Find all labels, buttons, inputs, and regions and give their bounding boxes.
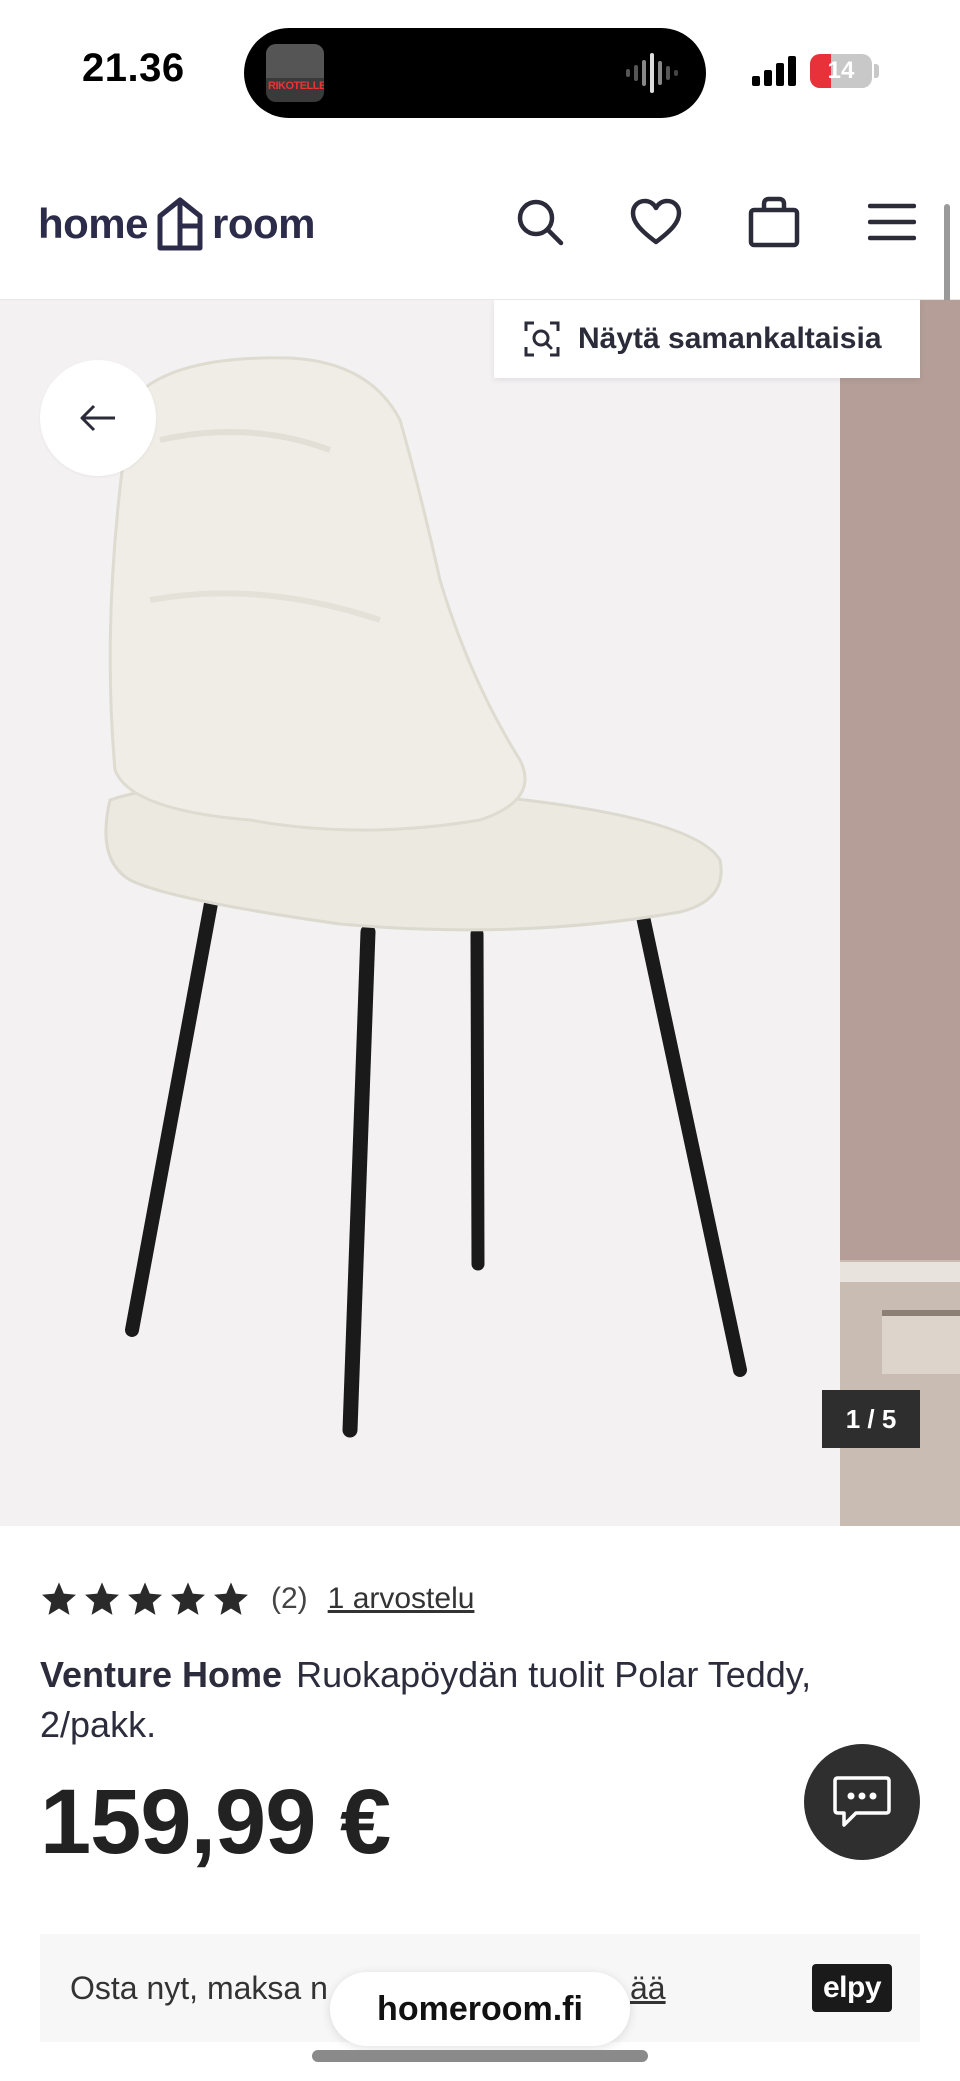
product-brand[interactable]: Venture Home [40,1654,282,1695]
product-gallery[interactable]: Näytä samankaltaisia 1 / 5 [0,300,960,1526]
star-icon [214,1582,248,1615]
financing-link[interactable]: ää [630,1970,666,2007]
logo-text-home: home [38,200,149,247]
star-icon [128,1582,162,1615]
waveform-icon [626,53,678,93]
star-icon [42,1582,76,1615]
album-art-text: RIKOTELLEN [268,80,324,92]
bag-icon [748,196,800,248]
status-time: 21.36 [82,46,185,90]
home-indicator[interactable] [312,2050,648,2062]
logo[interactable]: home room [38,194,316,254]
rating-stars [40,1580,255,1618]
cart-button[interactable] [746,194,802,250]
product-title: Venture Home Ruokapöydän tuolit Polar Ted… [40,1650,920,1750]
rating-row: (2) 1 arvostelu [40,1574,474,1624]
dynamic-island[interactable]: RIKOTELLEN [244,28,706,118]
house-logo-icon [157,197,203,251]
star-icon [85,1582,119,1615]
chat-button[interactable] [804,1744,920,1860]
heart-icon [630,198,682,245]
books-image [882,1310,960,1374]
elpy-logo: elpy [812,1964,892,2012]
arrow-left-icon [80,404,115,432]
battery-icon: 14 [810,54,872,88]
next-slide-preview[interactable] [840,300,960,1526]
menu-icon [868,203,916,241]
chat-icon [833,1776,891,1827]
status-bar: 21.36 RIKOTELLEN 14 [0,0,960,140]
star-icon [171,1582,205,1615]
review-count: (2) [271,1582,308,1615]
product-image[interactable] [0,300,840,1526]
chair-image [104,356,747,1438]
battery-tip [874,64,879,78]
signal-icon [752,56,796,86]
menu-button[interactable] [864,194,920,250]
album-art: RIKOTELLEN [266,44,324,102]
financing-text: Osta nyt, maksa n [70,1970,328,2006]
slide-counter: 1 / 5 [822,1390,920,1448]
browser-url-bar[interactable]: homeroom.fi [330,1972,630,2046]
visual-search-icon [524,321,560,357]
reviews-link[interactable]: 1 arvostelu [328,1582,475,1616]
logo-text-room: room [212,200,316,247]
back-button[interactable] [40,360,156,476]
search-button[interactable] [512,194,568,250]
product-price: 159,99 € [40,1771,391,1873]
wishlist-button[interactable] [628,194,684,250]
battery-level: 14 [827,57,855,84]
show-similar-label: Näytä samankaltaisia [578,322,882,355]
site-header: home room [0,140,960,300]
show-similar-button[interactable]: Näytä samankaltaisia [494,300,920,378]
search-icon [517,199,564,246]
